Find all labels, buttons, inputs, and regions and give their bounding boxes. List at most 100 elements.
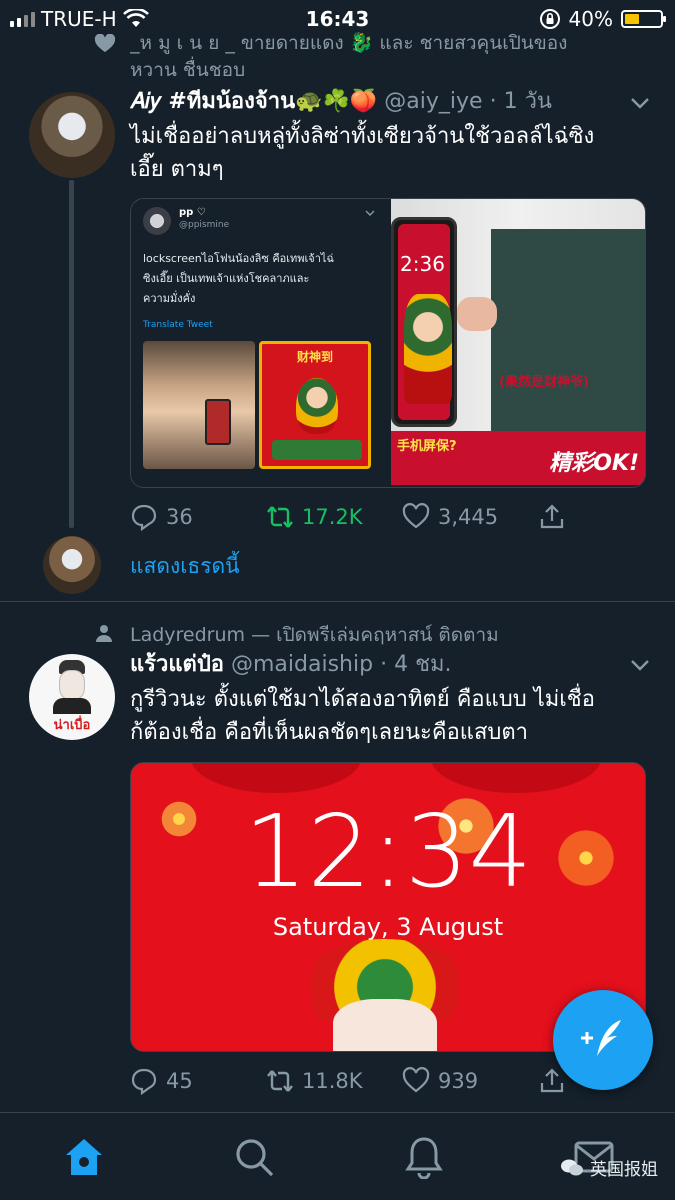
- share-icon: [540, 1068, 564, 1093]
- photo-banner: 手机屏保? 精彩OK!: [391, 431, 645, 485]
- tweet2-text-line2: ก้ต้องเชื่อ คือที่เห็นผลชัดๆเลยนะคือแสบต…: [130, 720, 529, 745]
- embedded-tweet-screenshot[interactable]: pp ♡ @ppismine lockscreenไอโฟนน้องลิซ คื…: [131, 199, 389, 485]
- poster-title: 财神到: [296, 350, 333, 364]
- poster-figure: [296, 378, 338, 434]
- phone-screen-time: 2:36: [400, 252, 445, 276]
- like-count: 939: [438, 1069, 479, 1093]
- tweet1-text-line2: เอี๊ย ตามๆ: [130, 157, 224, 182]
- embedded-tweet-text: lockscreenไอโฟนน้องลิซ คือเทพเจ้าไฉ่ ซิง…: [143, 249, 379, 309]
- phone-screen: 2:36: [398, 224, 452, 420]
- tweet1-media[interactable]: pp ♡ @ppismine lockscreenไอโฟนน้องลิซ คื…: [130, 198, 646, 488]
- liked-context-line1: _ห มู เ น ย _ ขายดายแดง 🐉 และ ชายสวคุนเป…: [130, 32, 568, 54]
- share-icon: [540, 504, 564, 529]
- tweet-divider: [0, 601, 675, 602]
- tweet1-text-line1: ไม่เชื่ออย่าลบหลู่ทั้งลิซ่าทั้งเซียวจ้าน…: [130, 124, 595, 149]
- retweet-icon: [267, 506, 293, 528]
- phone-photo[interactable]: 2:36 (果然是财神爷) 手机屏保? 精彩OK!: [391, 199, 645, 485]
- reply-count: 45: [166, 1069, 193, 1093]
- tweet1-text: ไม่เชื่ออย่าลบหลู่ทั้งลิซ่าทั้งเซียวจ้าน…: [130, 120, 650, 186]
- thread-line: [69, 180, 74, 528]
- reply-count: 36: [166, 505, 193, 529]
- phone-in-photo: [205, 399, 231, 445]
- lockscreen-date: Saturday, 3 August: [272, 913, 504, 941]
- lantern-left: [191, 763, 361, 793]
- compose-tweet-icon: [581, 1020, 621, 1056]
- retweet-icon: [267, 1070, 293, 1092]
- avatar-aiy-small[interactable]: [43, 536, 101, 594]
- avatar-aiy[interactable]: [29, 92, 115, 178]
- photo-caption: (果然是财神爷): [499, 375, 589, 390]
- like-button[interactable]: 3,445: [402, 500, 498, 534]
- photo-question: 手机屏保?: [397, 439, 457, 454]
- embedded-avatar: [143, 207, 171, 235]
- hand: [457, 297, 497, 331]
- tweet2-text-line1: กูรีวิวนะ ตั้งแต่ใช้มาได้สองอาทิตย์ คือแ…: [130, 687, 595, 712]
- photo-logo: 精彩OK!: [549, 451, 639, 476]
- compose-tweet-button[interactable]: [553, 990, 653, 1090]
- watermark-text: 英国报姐: [590, 1160, 658, 1180]
- search-icon[interactable]: [232, 1135, 276, 1179]
- retweet-button[interactable]: 17.2K: [266, 500, 363, 534]
- liked-context-line2: หวาน ชื่นชอบ: [130, 59, 246, 81]
- watermark: 英国报姐: [560, 1155, 658, 1180]
- tweet2-author-name[interactable]: แร้วแต่ป๋อ: [130, 652, 224, 677]
- tweet2-author-handle[interactable]: @maidaiship: [231, 652, 373, 677]
- lockscreen-time: 12:34: [243, 793, 533, 910]
- translate-tweet-link: Translate Tweet: [143, 320, 213, 330]
- tweet2-actions: 45 11.8K 939: [130, 1064, 580, 1098]
- avatar-face: [59, 670, 85, 700]
- avatar-body: [53, 698, 91, 714]
- retweet-count: 11.8K: [302, 1069, 363, 1093]
- battery-fill: [625, 14, 639, 24]
- orientation-lock-icon: [539, 9, 560, 29]
- home-icon[interactable]: [62, 1135, 106, 1179]
- god-face: [333, 999, 437, 1051]
- like-button[interactable]: 939: [402, 1064, 478, 1098]
- tweet1-actions: 36 17.2K 3,445: [130, 500, 580, 534]
- reply-button[interactable]: 36: [130, 500, 193, 534]
- battery-percent: 40%: [568, 7, 613, 31]
- like-count: 3,445: [438, 505, 499, 529]
- follow-context[interactable]: Ladyredrum — เปิดพรีเล่มคฤหาสน์ ติดตาม: [130, 620, 499, 650]
- heart-context-icon: [94, 34, 116, 53]
- avatar-raewtaepo[interactable]: น่าเบื่อ: [29, 654, 115, 740]
- battery-icon: [621, 10, 666, 28]
- vest: [491, 229, 645, 431]
- tweet2-text: กูรีวิวนะ ตั้งแต่ใช้มาได้สองอาทิตย์ คือแ…: [130, 683, 650, 749]
- show-thread-link[interactable]: แสดงเธรดนี้: [130, 550, 240, 583]
- retweet-count: 17.2K: [302, 505, 363, 529]
- bell-icon[interactable]: [402, 1135, 446, 1179]
- retweet-button[interactable]: 11.8K: [266, 1064, 363, 1098]
- person-context-icon: [96, 625, 112, 642]
- heart-icon: [402, 503, 430, 529]
- liked-context[interactable]: _ห มู เ น ย _ ขายดายแดง 🐉 และ ชายสวคุนเป…: [130, 30, 650, 84]
- chevron-down-icon[interactable]: [629, 654, 651, 676]
- embedded-text-line2: ซิงเอี๊ย เป็นเทพเจ้าแห่งโชคลาภและ: [143, 272, 310, 285]
- god-of-wealth-poster: 财神到: [259, 341, 371, 469]
- phone-in-hand: 2:36: [391, 217, 457, 427]
- reply-button[interactable]: 45: [130, 1064, 193, 1098]
- embedded-user-name: pp ♡: [179, 207, 206, 218]
- embedded-text-line3: ความมั่งคั่ง: [143, 292, 196, 305]
- tab-bar: 英国报姐: [0, 1112, 675, 1200]
- embedded-chevron-icon: [365, 210, 375, 216]
- phone-screen-god: [404, 294, 452, 404]
- reply-icon: [131, 504, 157, 531]
- share-button[interactable]: [538, 500, 566, 534]
- tweet1-header: 𝐴𝑖𝑦 #ทีมน้องจ้าน🐢☘️🍑 @aiy_iye · 1 วัน: [130, 89, 552, 114]
- embedded-text-line1: lockscreenไอโฟนน้องลิซ คือเทพเจ้าไฉ่: [143, 252, 334, 265]
- reply-icon: [131, 1068, 157, 1095]
- battery-group: 40%: [539, 7, 666, 31]
- tweet1-timestamp[interactable]: 1 วัน: [504, 89, 552, 114]
- wechat-icon: [561, 1159, 583, 1175]
- lisa-photo: [143, 341, 255, 469]
- poster-base: [272, 440, 362, 460]
- tweet1-author-handle[interactable]: @aiy_iye: [384, 89, 482, 114]
- tweet2-timestamp[interactable]: 4 ชม.: [394, 652, 451, 677]
- avatar-label: น่าเบื่อ: [53, 718, 91, 733]
- embedded-user-handle: @ppismine: [179, 220, 230, 230]
- heart-icon: [402, 1067, 430, 1093]
- tweet2-header: แร้วแต่ป๋อ @maidaiship · 4 ชม.: [130, 652, 452, 677]
- chevron-down-icon[interactable]: [629, 92, 651, 114]
- tweet1-author-name[interactable]: 𝐴𝑖𝑦 #ทีมน้องจ้าน🐢☘️🍑: [130, 89, 377, 114]
